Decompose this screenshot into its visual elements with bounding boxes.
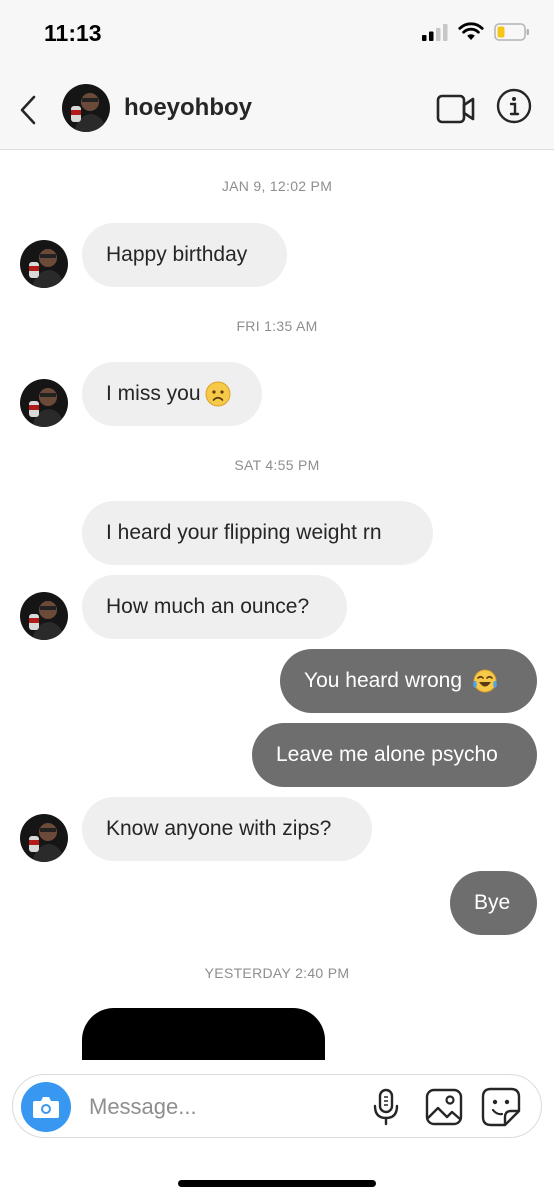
message-text: How much an ounce? [106, 595, 310, 618]
sticker-button[interactable] [481, 1087, 521, 1127]
incoming-message[interactable]: Happy birthday [82, 223, 287, 287]
chat-header: hoeyohboy [0, 70, 554, 150]
outgoing-message[interactable]: You heard wrong [280, 649, 537, 713]
incoming-message[interactable]: I miss you [82, 362, 262, 426]
message-text: You heard wrong [304, 669, 463, 692]
info-button[interactable] [496, 88, 532, 124]
timestamp: JAN 9, 12:02 PM [221, 178, 333, 194]
sticker-icon [481, 1087, 521, 1127]
tears-of-joy-emoji [473, 669, 497, 693]
chevron-left-icon [20, 95, 36, 125]
avatar-image [62, 84, 110, 132]
slightly-frowning-face-emoji [205, 381, 231, 407]
sender-avatar[interactable] [20, 592, 68, 640]
voice-message-button[interactable] [371, 1088, 401, 1126]
battery-icon [494, 23, 529, 41]
sender-avatar[interactable] [20, 814, 68, 862]
back-button[interactable] [12, 90, 44, 130]
avatar-image [20, 379, 68, 427]
incoming-message[interactable]: Know anyone with zips? [82, 797, 372, 861]
status-time: 11:13 [44, 20, 102, 46]
outgoing-message[interactable]: Leave me alone psycho [252, 723, 537, 787]
outgoing-message[interactable]: Bye [450, 871, 537, 935]
camera-icon [33, 1097, 59, 1118]
message-text: I miss you [106, 382, 201, 405]
image-icon [425, 1088, 463, 1126]
cellular-signal-icon [422, 24, 448, 41]
incoming-message[interactable]: How much an ounce? [82, 575, 347, 639]
info-icon [496, 88, 532, 124]
message-text: Happy birthday [106, 243, 248, 266]
message-text: I heard your flipping weight rn [106, 521, 382, 544]
status-icons [422, 22, 530, 42]
home-indicator[interactable] [178, 1180, 376, 1187]
avatar-image [20, 814, 68, 862]
sender-avatar[interactable] [20, 379, 68, 427]
message-input[interactable] [89, 1089, 349, 1125]
gallery-button[interactable] [425, 1088, 463, 1126]
message-text: Leave me alone psycho [276, 743, 498, 766]
message-thread[interactable]: JAN 9, 12:02 PM Happy birthday FRI 1:35 … [0, 150, 554, 1060]
avatar-image [20, 240, 68, 288]
message-text: Know anyone with zips? [106, 817, 332, 840]
message-composer [12, 1074, 542, 1138]
avatar-image [20, 592, 68, 640]
contact-username[interactable]: hoeyohboy [124, 94, 252, 122]
timestamp: SAT 4:55 PM [234, 457, 320, 473]
video-camera-icon [436, 94, 475, 124]
wifi-icon [458, 22, 484, 40]
incoming-message[interactable]: I heard your flipping weight rn [82, 501, 433, 565]
timestamp: FRI 1:35 AM [236, 318, 318, 334]
camera-button[interactable] [21, 1082, 71, 1132]
message-text: Bye [474, 891, 511, 914]
status-bar: 11:13 [0, 0, 554, 70]
timestamp: YESTERDAY 2:40 PM [204, 965, 350, 981]
microphone-icon [373, 1088, 399, 1126]
sender-avatar[interactable] [20, 240, 68, 288]
video-call-button[interactable] [436, 92, 476, 126]
redacted-message[interactable] [82, 1008, 325, 1060]
contact-avatar[interactable] [62, 84, 110, 132]
